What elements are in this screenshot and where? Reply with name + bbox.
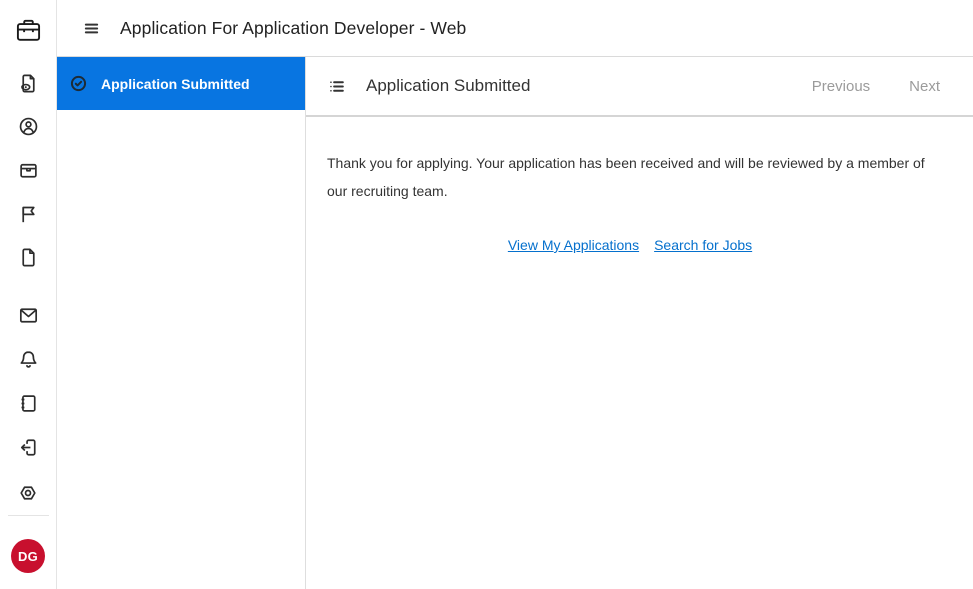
rail-item-flag[interactable] (6, 192, 50, 236)
notebook-icon (17, 392, 40, 415)
rail-item-archive[interactable] (6, 149, 50, 193)
rail-item-notebook[interactable] (6, 381, 50, 425)
next-button[interactable]: Next (909, 78, 940, 95)
main-body: Thank you for applying. Your application… (306, 117, 973, 253)
document-icon (17, 246, 40, 269)
rail-item-settings[interactable] (6, 471, 50, 515)
rail-item-mail[interactable] (6, 293, 50, 337)
previous-button[interactable]: Previous (812, 78, 870, 95)
rail-bottom: DG (0, 515, 56, 589)
view-my-applications-link[interactable]: View My Applications (508, 237, 639, 253)
flag-icon (17, 203, 40, 226)
archive-icon (17, 159, 40, 182)
settings-icon (17, 482, 39, 504)
hamburger-menu-button[interactable] (78, 15, 104, 41)
document-preview-icon (17, 72, 40, 95)
confirmation-message: Thank you for applying. Your application… (327, 155, 925, 199)
steps-sidebar: Application Submitted (57, 57, 306, 589)
rail-item-sign-out[interactable] (6, 425, 50, 469)
sidebar-item-application-submitted[interactable]: Application Submitted (57, 57, 305, 110)
briefcase-icon (13, 15, 44, 46)
links-row: View My Applications Search for Jobs (327, 237, 933, 253)
rail-item-document-preview[interactable] (6, 61, 50, 105)
notifications-icon (17, 348, 40, 371)
section-title: Application Submitted (366, 76, 531, 95)
app-logo[interactable] (0, 0, 56, 61)
icon-rail: DG (0, 0, 57, 589)
sidebar-item-label: Application Submitted (101, 75, 250, 92)
sign-out-icon (17, 436, 40, 459)
search-for-jobs-link[interactable]: Search for Jobs (654, 237, 752, 253)
rail-item-profile[interactable] (6, 105, 50, 149)
check-circle-icon (69, 74, 88, 93)
rail-divider (7, 515, 49, 516)
application-window: DG Application For Application Developer… (0, 0, 973, 589)
main-header: Application Submitted Previous Next (306, 57, 973, 117)
user-profile-icon (17, 115, 40, 138)
main-panel: Application Submitted Previous Next Than… (306, 57, 973, 589)
mail-icon (17, 304, 40, 327)
avatar[interactable]: DG (11, 539, 45, 573)
rail-item-document[interactable] (6, 236, 50, 280)
page-title: Application For Application Developer - … (120, 17, 467, 38)
topbar: Application For Application Developer - … (57, 0, 973, 57)
list-icon (327, 77, 346, 96)
hamburger-icon (83, 20, 100, 37)
rail-item-notifications[interactable] (6, 337, 50, 381)
